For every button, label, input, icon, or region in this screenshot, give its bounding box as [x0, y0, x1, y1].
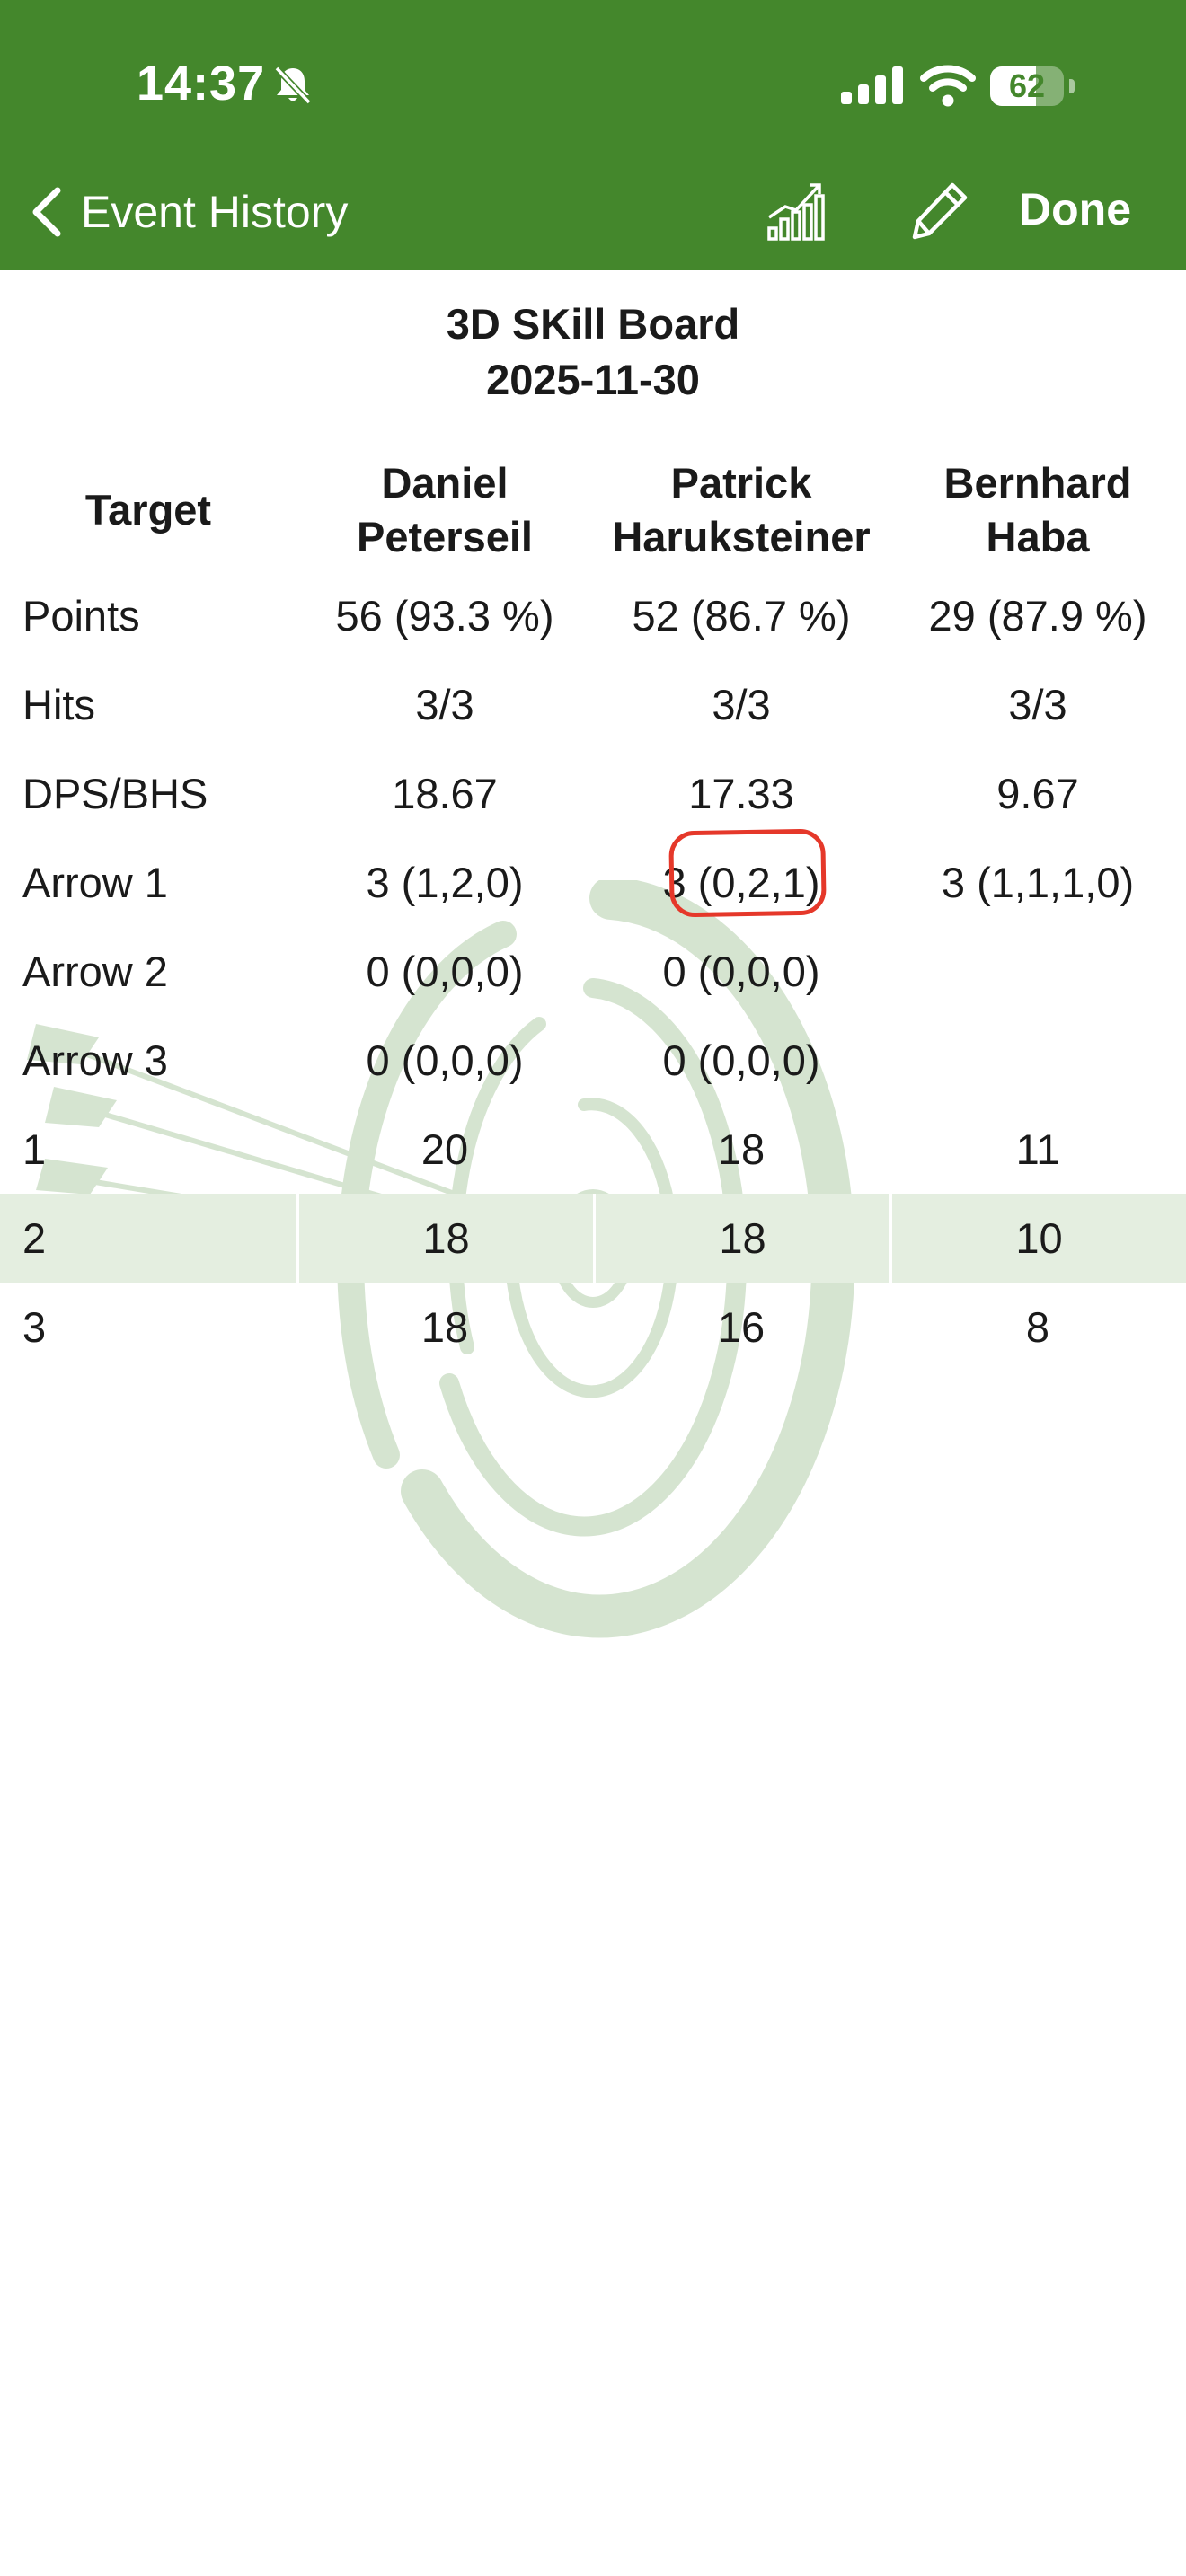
row-label: Arrow 2	[22, 948, 168, 995]
score-cell: 9.67	[996, 770, 1079, 817]
cellular-signal-icon	[841, 66, 903, 104]
score-cell: 8	[1025, 1303, 1050, 1351]
score-cell: 0 (0,0,0)	[366, 1037, 524, 1084]
row-label: 1	[22, 1125, 47, 1173]
score-cell: 18	[717, 1125, 766, 1173]
row-label: Points	[22, 592, 140, 640]
table-row[interactable]: Points 56 (93.3 %) 52 (86.7 %) 29 (87.9 %)	[0, 571, 1186, 660]
score-cell: 10	[890, 1194, 1186, 1283]
column-header-line: Bernhard	[943, 459, 1132, 507]
wifi-icon	[920, 65, 976, 107]
table-body: Points 56 (93.3 %) 52 (86.7 %) 29 (87.9 %) H…	[0, 571, 1186, 1372]
silent-mode-bell-icon	[274, 66, 312, 105]
row-label: 3	[22, 1303, 47, 1351]
score-table: Target Daniel Peterseil Patrick Harukste…	[0, 449, 1186, 1372]
scoreboard-title: 3D SKill Board	[446, 300, 740, 348]
column-header-line: Haruksteiner	[612, 513, 871, 560]
score-cell: 3 (1,2,0)	[366, 859, 524, 906]
score-cell: 17.33	[688, 770, 794, 817]
column-header-line: Peterseil	[357, 513, 533, 560]
scoreboard-date: 2025-11-30	[486, 356, 700, 403]
score-cell: 20	[420, 1125, 469, 1173]
table-row[interactable]: Arrow 2 0 (0,0,0) 0 (0,0,0)	[0, 927, 1186, 1016]
column-header-target: Target	[0, 449, 296, 571]
score-cell: 56 (93.3 %)	[335, 592, 554, 640]
row-label: DPS/BHS	[22, 770, 208, 817]
score-cell	[890, 1016, 1186, 1105]
score-cell: 3/3	[712, 681, 771, 728]
table-row[interactable]: 2 18 18 10	[0, 1194, 1186, 1283]
back-button-label: Event History	[81, 187, 349, 237]
red-annotation-circle	[668, 828, 827, 918]
score-cell: 18	[593, 1194, 890, 1283]
column-header-player-1: Daniel Peterseil	[296, 449, 593, 571]
score-cell: 16	[717, 1303, 766, 1351]
score-cell: 3/3	[415, 681, 474, 728]
battery-level: 62	[1008, 67, 1046, 104]
score-cell: 3/3	[1008, 681, 1067, 728]
column-header-player-2: Patrick Haruksteiner	[593, 449, 890, 571]
chevron-left-icon	[32, 187, 61, 237]
table-header-row: Target Daniel Peterseil Patrick Harukste…	[0, 449, 1186, 571]
back-button[interactable]: Event History	[27, 176, 348, 248]
score-cell: 0 (0,0,0)	[366, 948, 524, 995]
table-row[interactable]: Arrow 3 0 (0,0,0) 0 (0,0,0)	[0, 1016, 1186, 1105]
column-header-line: Patrick	[670, 459, 812, 507]
table-row[interactable]: 3 18 16 8	[0, 1283, 1186, 1372]
done-button[interactable]: Done	[1019, 183, 1131, 235]
score-cell: 52 (86.7 %)	[632, 592, 851, 640]
status-time: 14:37	[137, 57, 266, 110]
column-header-line: Target	[84, 486, 212, 534]
score-cell	[890, 927, 1186, 1016]
battery-indicator: 62	[990, 66, 1064, 106]
score-cell: 18	[420, 1303, 469, 1351]
table-row[interactable]: 1 20 18 11	[0, 1105, 1186, 1194]
row-label: 2	[22, 1214, 47, 1262]
score-cell: 18.67	[392, 770, 498, 817]
scoreboard-header: 3D SKill Board 2025-11-30	[0, 296, 1186, 408]
chart-icon[interactable]	[766, 180, 828, 243]
score-cell: 18	[296, 1194, 593, 1283]
battery-tip	[1069, 79, 1075, 93]
column-header-player-3: Bernhard Haba	[890, 449, 1186, 571]
table-row[interactable]: DPS/BHS 18.67 17.33 9.67	[0, 749, 1186, 838]
column-header-line: Haba	[986, 513, 1090, 560]
table-row[interactable]: Arrow 13 (1,2,0) 3 (0,2,1) 3 (1,1,1,0)	[0, 838, 1186, 927]
row-label: Hits	[22, 681, 95, 728]
column-header-line: Daniel	[381, 459, 509, 507]
score-cell: 11	[1015, 1125, 1060, 1173]
row-label: Arrow 1	[22, 859, 168, 906]
score-cell: 0 (0,0,0)	[662, 948, 820, 995]
table-row[interactable]: Hits 3/3 3/3 3/3	[0, 660, 1186, 749]
score-cell: 29 (87.9 %)	[928, 592, 1147, 640]
score-cell: 3 (1,1,1,0)	[941, 859, 1135, 906]
navigation-bar: 14:37 62 Event History Done	[0, 0, 1186, 270]
row-label: Arrow 3	[22, 1037, 168, 1084]
score-cell: 0 (0,0,0)	[662, 1037, 820, 1084]
pencil-edit-icon[interactable]	[909, 180, 970, 241]
